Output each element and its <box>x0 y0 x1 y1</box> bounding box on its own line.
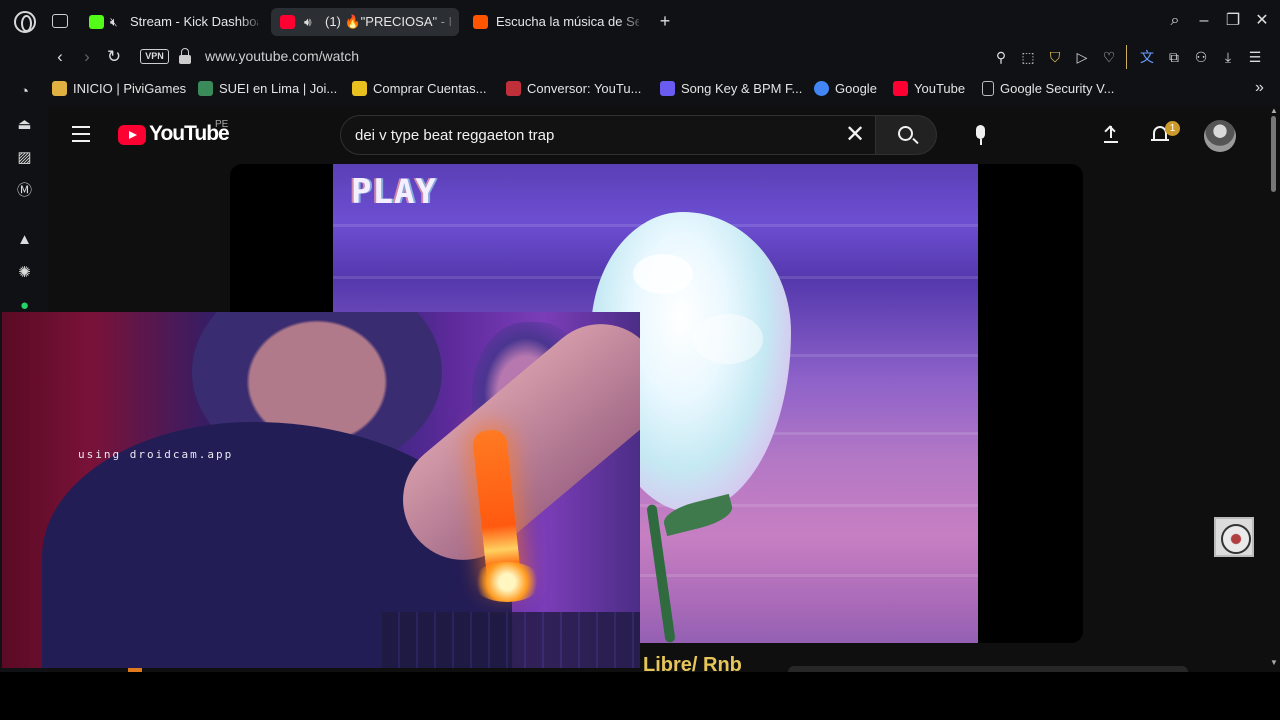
translate-icon[interactable]: 文 <box>1138 48 1156 66</box>
scrollbar-thumb[interactable] <box>1271 116 1276 192</box>
notification-count-badge: 1 <box>1165 121 1180 136</box>
droidcam-watermark: using droidcam.app <box>78 448 234 461</box>
back-button[interactable]: ‹ <box>49 46 71 68</box>
pivigames-icon <box>52 81 67 96</box>
extensions-icon[interactable]: ⧉ <box>1165 48 1183 66</box>
search-tabs-icon[interactable]: ⌕ <box>1165 10 1185 32</box>
opera-menu-icon[interactable] <box>14 11 36 33</box>
letterbox-bottom <box>0 672 1280 720</box>
speed-dial-icon[interactable]: ◔ <box>15 82 34 101</box>
voice-search-button[interactable] <box>961 116 1001 156</box>
country-code: PE <box>215 119 229 130</box>
bookmark-label: Song Key & BPM F... <box>681 81 803 96</box>
bookmark-label: Google <box>835 81 877 96</box>
bookmark-song-key[interactable]: Song Key & BPM F... <box>660 80 802 98</box>
restore-button[interactable]: ❐ <box>1223 10 1243 32</box>
search-button[interactable] <box>875 115 937 155</box>
webcam-overlay: using droidcam.app <box>2 312 640 668</box>
youtube-icon <box>280 15 295 29</box>
tunebat-icon <box>660 81 675 96</box>
bookmark-label: Conversor: YouTu... <box>527 81 642 96</box>
bookmark-pivigames[interactable]: INICIO | PiviGames <box>52 80 186 98</box>
adblock-shield-icon[interactable]: ⛉ <box>1046 48 1064 66</box>
bookmark-conversor[interactable]: Conversor: YouTu... <box>506 80 641 98</box>
create-upload-icon[interactable] <box>1101 124 1121 144</box>
aria-ai-icon[interactable]: ▲ <box>15 230 34 249</box>
page-scrollbar[interactable]: ▲ ▼ <box>1268 106 1280 672</box>
speaker-icon[interactable]: 🔊︎ <box>304 8 312 36</box>
document-icon <box>982 81 994 96</box>
tab-islands-icon[interactable] <box>52 14 68 28</box>
tab-label: Escucha la música de SeventyPiv <box>496 14 639 29</box>
hamburger-menu-icon[interactable] <box>72 126 92 142</box>
bookmark-suei[interactable]: SUEI en Lima | Joi... <box>198 80 337 98</box>
youtube-icon <box>893 81 908 96</box>
joinnus-icon <box>198 81 213 96</box>
video-title: Libre/ Rnb <box>643 654 742 672</box>
vpn-badge[interactable]: VPN <box>140 49 169 64</box>
lock-icon[interactable] <box>179 48 191 64</box>
messenger-icon[interactable]: Ⓜ <box>15 181 34 200</box>
profile-icon[interactable]: ⚇ <box>1192 48 1210 66</box>
minimize-button[interactable]: – <box>1194 10 1214 32</box>
tab-bar: Stream - Kick Dashboard 🔇︎ 🔊︎ (1) 🔥"PREC… <box>0 0 1280 42</box>
bookmarks-bar: INICIO | PiviGames SUEI en Lima | Joi...… <box>0 72 1280 106</box>
youtube-logo-icon[interactable] <box>118 125 146 145</box>
snapshot-icon[interactable]: ⬚ <box>1019 48 1037 66</box>
bookmark-label: Comprar Cuentas... <box>373 81 487 96</box>
muted-speaker-icon[interactable]: 🔇︎ <box>110 8 118 36</box>
channel-watermark-icon[interactable] <box>1214 517 1254 557</box>
bookmark-youtube[interactable]: YouTube <box>893 80 965 98</box>
google-icon <box>814 81 829 96</box>
search-query[interactable]: dei v type beat reggaeton trap <box>355 127 554 144</box>
bookmark-label: YouTube <box>914 81 966 96</box>
pin-icon[interactable]: ⚲ <box>992 48 1010 66</box>
bookmark-label: Google Security V... <box>1000 81 1115 96</box>
converter-icon <box>506 81 521 96</box>
soundcloud-icon <box>473 15 488 29</box>
tab-stash-icon[interactable]: ▨ <box>15 148 34 167</box>
bookmark-label: INICIO | PiviGames <box>73 81 187 96</box>
close-window-button[interactable]: ✕ <box>1252 10 1272 32</box>
bookmark-label: SUEI en Lima | Joi... <box>219 81 338 96</box>
address-bar-row: ‹ › ↻ VPN www.youtube.com/watch ⚲ ⬚ ⛉ ▷ … <box>0 42 1280 72</box>
shop-icon <box>352 81 367 96</box>
clear-search-icon[interactable]: ✕ <box>841 121 869 149</box>
search-icon <box>898 126 913 141</box>
kick-icon <box>89 15 104 29</box>
heart-icon[interactable]: ♡ <box>1100 48 1118 66</box>
reload-button[interactable]: ↻ <box>103 46 125 68</box>
tab-soundcloud[interactable]: Escucha la música de SeventyPiv <box>464 8 647 36</box>
aria-icon[interactable]: ⏏ <box>15 115 34 134</box>
forward-button[interactable]: › <box>76 46 98 68</box>
player-icon[interactable]: ▷ <box>1073 48 1091 66</box>
bookmark-google[interactable]: Google <box>814 80 877 98</box>
downloads-icon[interactable]: ⤓ <box>1219 48 1237 66</box>
url-field[interactable]: www.youtube.com/watch <box>205 48 359 64</box>
easy-setup-icon[interactable]: ☰ <box>1246 48 1264 66</box>
search-input[interactable]: dei v type beat reggaeton trap ✕ <box>340 115 875 155</box>
microphone-icon <box>976 125 985 139</box>
bookmark-comprar-cuentas[interactable]: Comprar Cuentas... <box>352 80 486 98</box>
vhs-play-text: PLAY <box>351 172 437 212</box>
account-avatar[interactable] <box>1204 120 1236 152</box>
bookmark-google-security[interactable]: Google Security V... <box>982 80 1114 98</box>
new-tab-button[interactable]: + <box>655 12 675 32</box>
more-bookmarks-icon[interactable]: » <box>1255 79 1264 97</box>
tab-preciosa[interactable]: 🔊︎ (1) 🔥"PRECIOSA" - Base de Reggaeton <box>271 8 459 36</box>
tab-kick-dashboard[interactable]: Stream - Kick Dashboard 🔇︎ <box>80 8 266 36</box>
chatgpt-icon[interactable]: ✺ <box>15 263 34 282</box>
